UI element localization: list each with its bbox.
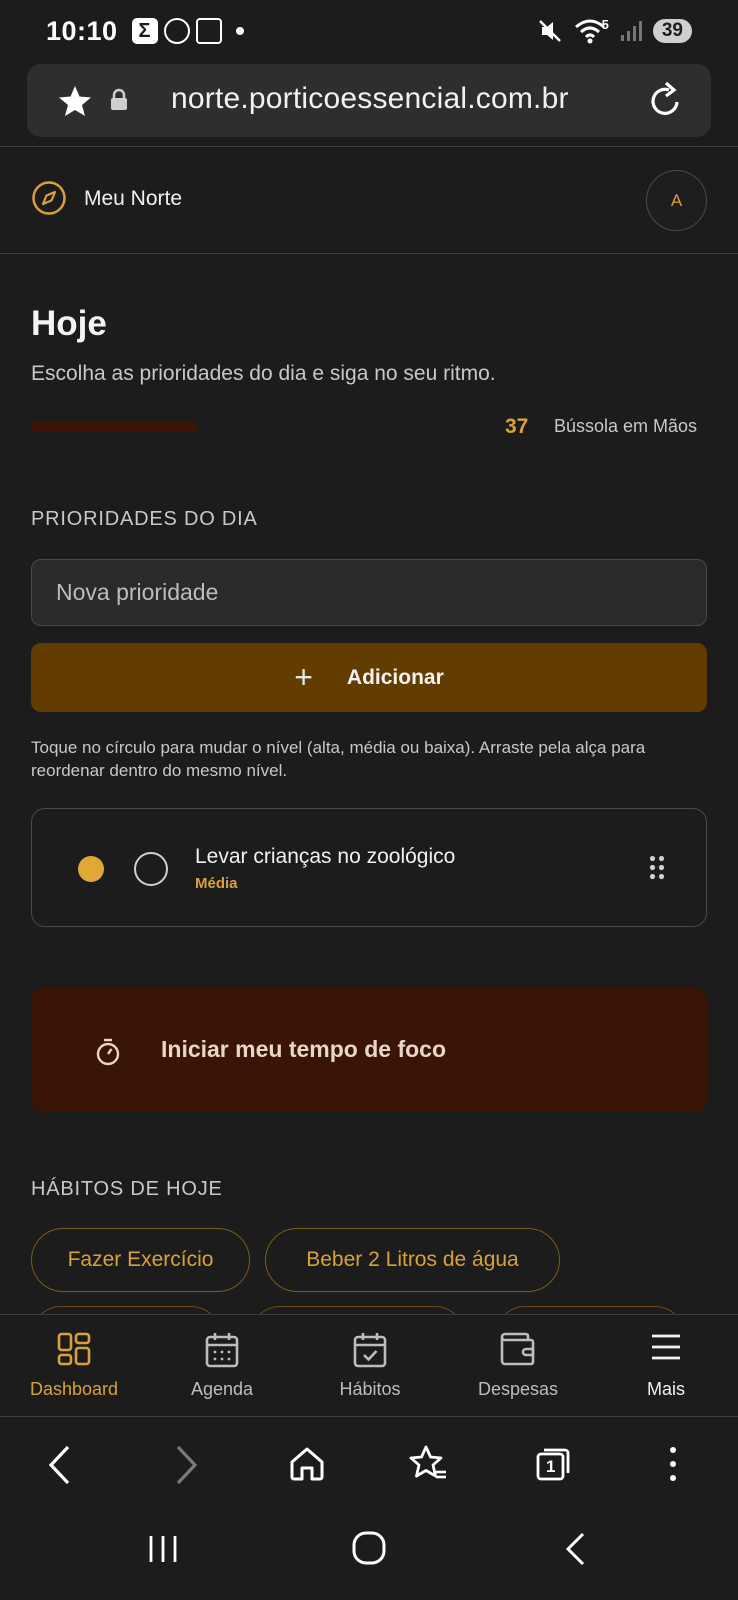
nav-label: Mais: [646, 1379, 685, 1399]
nav-label: Despesas: [477, 1379, 559, 1399]
page-title: Hoje: [31, 304, 107, 343]
screenshot-icon: [195, 18, 222, 44]
status-bar: 10:10 Σ 5 39: [0, 0, 738, 62]
bookmark-star-icon[interactable]: [57, 84, 93, 118]
nav-label: Hábitos: [339, 1379, 401, 1399]
system-navigation: [0, 1513, 738, 1600]
progress-fill: [31, 421, 198, 432]
notification-dot: [235, 27, 244, 35]
menu-icon: [652, 1334, 680, 1360]
lock-icon: [111, 88, 127, 110]
priority-level-label: Média: [195, 875, 238, 892]
app-title[interactable]: Meu Norte: [84, 187, 182, 211]
nav-dashboard[interactable]: Dashboard: [0, 1315, 148, 1418]
system-back-icon[interactable]: [563, 1531, 587, 1567]
divider: [0, 253, 738, 254]
habit-chip[interactable]: Fazer Exercício: [31, 1228, 250, 1292]
signal-icon: [620, 21, 642, 41]
start-focus-button[interactable]: Iniciar meu tempo de foco: [31, 988, 707, 1112]
tab-count: 1: [546, 1457, 556, 1476]
more-options-icon[interactable]: [668, 1446, 678, 1482]
bookmarks-star-icon[interactable]: [408, 1444, 448, 1482]
avatar[interactable]: A: [646, 170, 707, 231]
browser-url-bar-area: norte.porticoessencial.com.br: [0, 62, 738, 146]
nav-label: Dashboard: [29, 1379, 119, 1399]
wallet-icon: [500, 1332, 535, 1366]
priority-level-dot[interactable]: [78, 856, 104, 882]
browser-toolbar: 1: [0, 1418, 738, 1513]
tabs-button[interactable]: 1: [535, 1446, 571, 1482]
dashboard-icon: [57, 1332, 91, 1366]
back-icon[interactable]: [46, 1444, 74, 1486]
mute-icon: [538, 20, 561, 42]
priority-item[interactable]: Levar crianças no zoológico Média: [31, 808, 707, 927]
nav-agenda[interactable]: Agenda: [148, 1315, 296, 1418]
app-header: Meu Norte A: [0, 147, 738, 253]
recent-apps-icon[interactable]: [146, 1533, 180, 1565]
focus-label: Iniciar meu tempo de foco: [161, 1036, 446, 1062]
habit-chip[interactable]: Beber 2 Litros de água: [265, 1228, 560, 1292]
reload-icon[interactable]: [647, 80, 685, 120]
compass-icon[interactable]: [31, 180, 67, 216]
priority-text: Levar crianças no zoológico: [195, 845, 456, 868]
home-icon[interactable]: [289, 1446, 325, 1482]
complete-checkbox[interactable]: [134, 852, 168, 886]
priorities-section-title: PRIORIDADES DO DIA: [31, 508, 258, 530]
drag-handle-icon[interactable]: [649, 855, 665, 881]
stopwatch-icon: [96, 1038, 120, 1066]
wifi-badge: 5: [601, 16, 609, 32]
add-priority-button[interactable]: + Adicionar: [31, 643, 707, 712]
calendar-icon: [205, 1333, 239, 1368]
calendar-check-icon: [353, 1333, 387, 1368]
nav-despesas[interactable]: Despesas: [444, 1315, 592, 1418]
url-bar[interactable]: norte.porticoessencial.com.br: [27, 64, 711, 137]
home-button-icon[interactable]: [352, 1531, 386, 1565]
url-text[interactable]: norte.porticoessencial.com.br: [171, 82, 569, 116]
score-label: Bússola em Mãos: [554, 416, 698, 436]
whatsapp-icon: [163, 18, 190, 44]
forward-icon[interactable]: [172, 1444, 200, 1486]
new-priority-input[interactable]: [31, 559, 707, 626]
plus-icon: +: [294, 659, 313, 695]
page-subtitle: Escolha as prioridades do dia e siga no …: [31, 362, 496, 385]
progress-bar: [31, 421, 198, 432]
battery-indicator: 39: [652, 19, 692, 43]
bottom-navigation: Dashboard Agenda Hábitos Despesas Mais: [0, 1314, 738, 1417]
nav-mais[interactable]: Mais: [592, 1315, 738, 1418]
habits-section-title: HÁBITOS DE HOJE: [31, 1178, 223, 1200]
status-time: 10:10: [46, 15, 118, 46]
priorities-hint: Toque no círculo para mudar o nível (alt…: [31, 738, 646, 780]
add-button-label: Adicionar: [346, 665, 444, 689]
nav-habitos[interactable]: Hábitos: [296, 1315, 444, 1418]
sigma-app-icon: Σ: [131, 18, 158, 44]
nav-label: Agenda: [190, 1379, 254, 1399]
score-value: 37: [505, 415, 529, 438]
